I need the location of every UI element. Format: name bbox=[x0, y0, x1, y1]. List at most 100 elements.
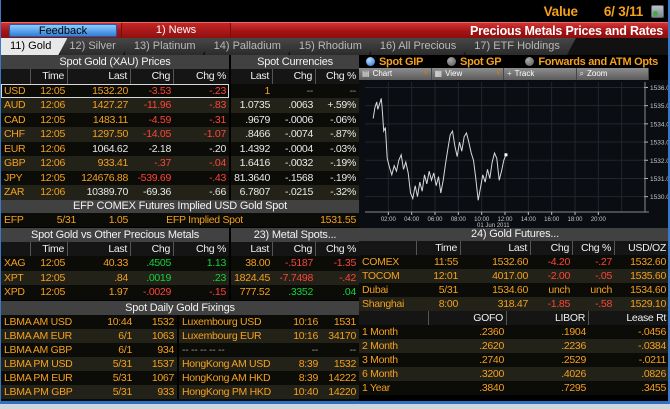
table-row[interactable]: Shanghai 8:00 318.47 -1.85 -.58 1529.10 bbox=[359, 297, 668, 311]
toolbar-view-button[interactable]: ▦ View ▾ bbox=[432, 68, 504, 80]
table-row[interactable]: LBMA PM EUR 5/31 1067 bbox=[1, 370, 177, 385]
table-row[interactable]: 1.6416 -.0032 -.19% bbox=[231, 156, 359, 171]
table-row[interactable]: JPY 12:05 124676.88 -539.69 -.43 bbox=[1, 170, 229, 185]
table-row[interactable]: LBMA AM GBP 6/1 934 bbox=[1, 342, 177, 357]
radio-icon[interactable] bbox=[447, 57, 457, 66]
table-row[interactable]: COMEX 11:55 1532.60 -4.20 -.27 1532.60 bbox=[359, 255, 668, 269]
cell: -7.7498 bbox=[279, 271, 313, 284]
table-row[interactable]: Dubai 5/31 1534.60 unch unch 1534.60 bbox=[359, 283, 668, 297]
cell: USD/OZ bbox=[628, 242, 666, 254]
tab-platinum[interactable]: 13) Platinum bbox=[125, 38, 212, 55]
cell: -2.00 bbox=[547, 270, 571, 282]
cell: -.37 bbox=[154, 157, 171, 169]
cell: 1532 bbox=[151, 315, 174, 328]
cell: -.06% bbox=[330, 113, 356, 126]
intraday-chart[interactable]: 1536.00 1535.00 1534.00 1533.00 1532.00 1531.… bbox=[359, 80, 668, 229]
table-row[interactable]: 1 -- -- bbox=[231, 83, 359, 98]
table-row[interactable]: CHF 12:05 1297.50 -14.05 -1.07 bbox=[1, 127, 229, 142]
table-row[interactable]: CAD 12:05 1483.11 -4.59 -.31 bbox=[1, 112, 229, 127]
table-row[interactable]: EFP 5/31 1.05 EFP Implied Spot 1531.55 bbox=[1, 212, 359, 227]
cell: -.15 bbox=[209, 286, 226, 298]
table-row[interactable]: 81.3640 -.1568 -.19% bbox=[231, 170, 359, 185]
section-header-gold-futures[interactable]: 24) Gold Futures... bbox=[359, 228, 668, 241]
table-row[interactable]: LBMA PM USD 5/31 1537 bbox=[1, 356, 177, 371]
table-row[interactable]: 1.4392 -.0004 -.03% bbox=[231, 141, 359, 156]
table-row[interactable]: 1.0735 .0063 +.59% bbox=[231, 98, 359, 113]
cell: Last bbox=[461, 241, 531, 255]
cell: Dubai bbox=[362, 284, 388, 296]
cell: 1063 bbox=[151, 329, 174, 342]
cell: 5/31 bbox=[438, 284, 459, 296]
radio-forwards-and-atm-opts[interactable]: Forwards and ATM Opts bbox=[525, 56, 658, 68]
cell: -69.36 bbox=[143, 186, 171, 198]
svg-text:01 Jun 2011: 01 Jun 2011 bbox=[477, 223, 510, 228]
radio-icon[interactable] bbox=[366, 57, 375, 66]
cell: .2236 bbox=[561, 340, 586, 352]
cell: 1 bbox=[264, 84, 270, 97]
table-row[interactable]: LBMA PM GBP 5/31 933 bbox=[1, 384, 177, 399]
table-row[interactable]: 1 Month .2360 .1904 -.0456 bbox=[359, 325, 668, 339]
cell: GBP bbox=[4, 157, 26, 169]
radio-spot-gip[interactable]: Spot GIP bbox=[366, 56, 423, 68]
table-row[interactable]: 6.7807 -.0215 -.32% bbox=[231, 185, 359, 200]
table-row[interactable]: .9679 -.0006 -.06% bbox=[231, 112, 359, 127]
table-row[interactable]: 6 Month .3200 .4026 .0826 bbox=[359, 367, 668, 381]
table-row[interactable]: Luxembourg EUR 10:16 34170 bbox=[179, 328, 359, 343]
table-row[interactable]: GBP 12:06 933.41 -.37 -.04 bbox=[1, 156, 229, 171]
cell: 1 Month bbox=[362, 326, 398, 338]
table-row[interactable]: AUD 12:06 1427.27 -11.96 -.83 bbox=[1, 98, 229, 113]
tab-palladium[interactable]: 14) Palladium bbox=[205, 38, 297, 55]
feedback-button[interactable]: Feedback bbox=[9, 24, 117, 37]
radio-spot-gp[interactable]: Spot GP bbox=[447, 56, 502, 68]
cell: 8:00 bbox=[438, 298, 459, 310]
cell: 12:05 bbox=[40, 286, 65, 298]
cell: 41637.00 bbox=[241, 399, 355, 402]
table-row[interactable]: Luxembourg USD 10:16 1531 bbox=[179, 314, 359, 329]
table-row[interactable]: EUR 12:06 1064.62 -2.18 -.20 bbox=[1, 141, 229, 156]
table-row[interactable]: ZAR 12:06 10389.70 -69.36 -.66 bbox=[1, 185, 229, 200]
toolbar-zoom-button[interactable]: ⌕ Zoom bbox=[577, 68, 649, 80]
section-header-metal-spots[interactable]: 23) Metal Spots... bbox=[231, 227, 359, 242]
table-row[interactable]: TOCOM 12:01 4017.00 -2.00 -.05 1535.60 bbox=[359, 269, 668, 283]
cell: -- bbox=[306, 84, 314, 97]
table-row[interactable]: LBMA AM USD 10:44 1532 bbox=[1, 314, 177, 329]
cell: -14.05 bbox=[143, 128, 171, 140]
table-row[interactable]: XAG 12:05 40.33 .4505 1.13 bbox=[1, 256, 229, 271]
cell: .3455 bbox=[641, 382, 666, 394]
tab-etf-holdings[interactable]: 17) ETF Holdings bbox=[465, 38, 576, 55]
news-button[interactable]: 1) News bbox=[121, 23, 231, 38]
cell: 12:05 bbox=[40, 113, 65, 126]
svg-text:20:00: 20:00 bbox=[591, 217, 607, 223]
cell: Chg bbox=[273, 69, 316, 84]
cell: -539.69 bbox=[137, 171, 171, 184]
cell: 1532 bbox=[333, 357, 356, 370]
table-row[interactable]: XPT 12:05 .84 .0019 .23 bbox=[1, 270, 229, 285]
table-row[interactable]: HongKong AM HKD 8:39 14222 bbox=[179, 370, 359, 385]
table-row[interactable]: HongKong AM USD 8:39 1532 bbox=[179, 356, 359, 371]
cell: -.42 bbox=[339, 271, 356, 284]
table-row[interactable]: 777.52 .3352 .04 bbox=[231, 285, 359, 300]
table-row[interactable]: LBMA AM EUR 6/1 1063 bbox=[1, 328, 177, 343]
table-row[interactable]: 1824.45 -7.7498 -.42 bbox=[231, 270, 359, 285]
table-row[interactable]: USD 12:05 1532.20 -3.53 -.23 bbox=[1, 83, 229, 98]
radio-icon[interactable] bbox=[525, 57, 535, 66]
table-row[interactable]: 2 Month .2620 .2236 -.0384 bbox=[359, 339, 668, 353]
table-row[interactable]: Swiss Pool (CHF/KG) Spot Price41637.00 bbox=[1, 398, 359, 402]
tab-gold[interactable]: 11) Gold bbox=[1, 38, 67, 55]
terminal-status-icon bbox=[651, 4, 664, 18]
table-row[interactable]: 1 Year .3840 .7295 .3455 bbox=[359, 381, 668, 395]
table-row[interactable]: .8466 -.0074 -.87% bbox=[231, 127, 359, 142]
toolbar-chart-button[interactable]: ▤ Chart ▾ bbox=[359, 68, 432, 80]
table-row[interactable]: XPD 12:05 1.97 -.0029 -.15 bbox=[1, 285, 229, 300]
dropdown-caret-icon: ▾ bbox=[423, 70, 428, 77]
cell: HongKong AM USD bbox=[182, 357, 271, 370]
toolbar-track-button[interactable]: + Track bbox=[504, 68, 577, 80]
tab-all-precious[interactable]: 16) All Precious bbox=[371, 38, 472, 55]
tab-rhodium[interactable]: 15) Rhodium bbox=[290, 38, 378, 55]
metals-table: Time Last Chg Chg % XAG 12:05 40.33.4505 1.13 XP… bbox=[1, 241, 229, 300]
table-row[interactable]: 3 Month .2740 .2529 -.0211 bbox=[359, 353, 668, 367]
tab-silver[interactable]: 12) Silver bbox=[60, 38, 131, 55]
table-row[interactable]: HongKong PM HKD 10:40 14220 bbox=[179, 384, 359, 399]
table-row[interactable]: -- -- -- -- -- -- -- bbox=[179, 342, 359, 357]
table-row[interactable]: 38.00 -.5187 -1.35 bbox=[231, 256, 359, 271]
